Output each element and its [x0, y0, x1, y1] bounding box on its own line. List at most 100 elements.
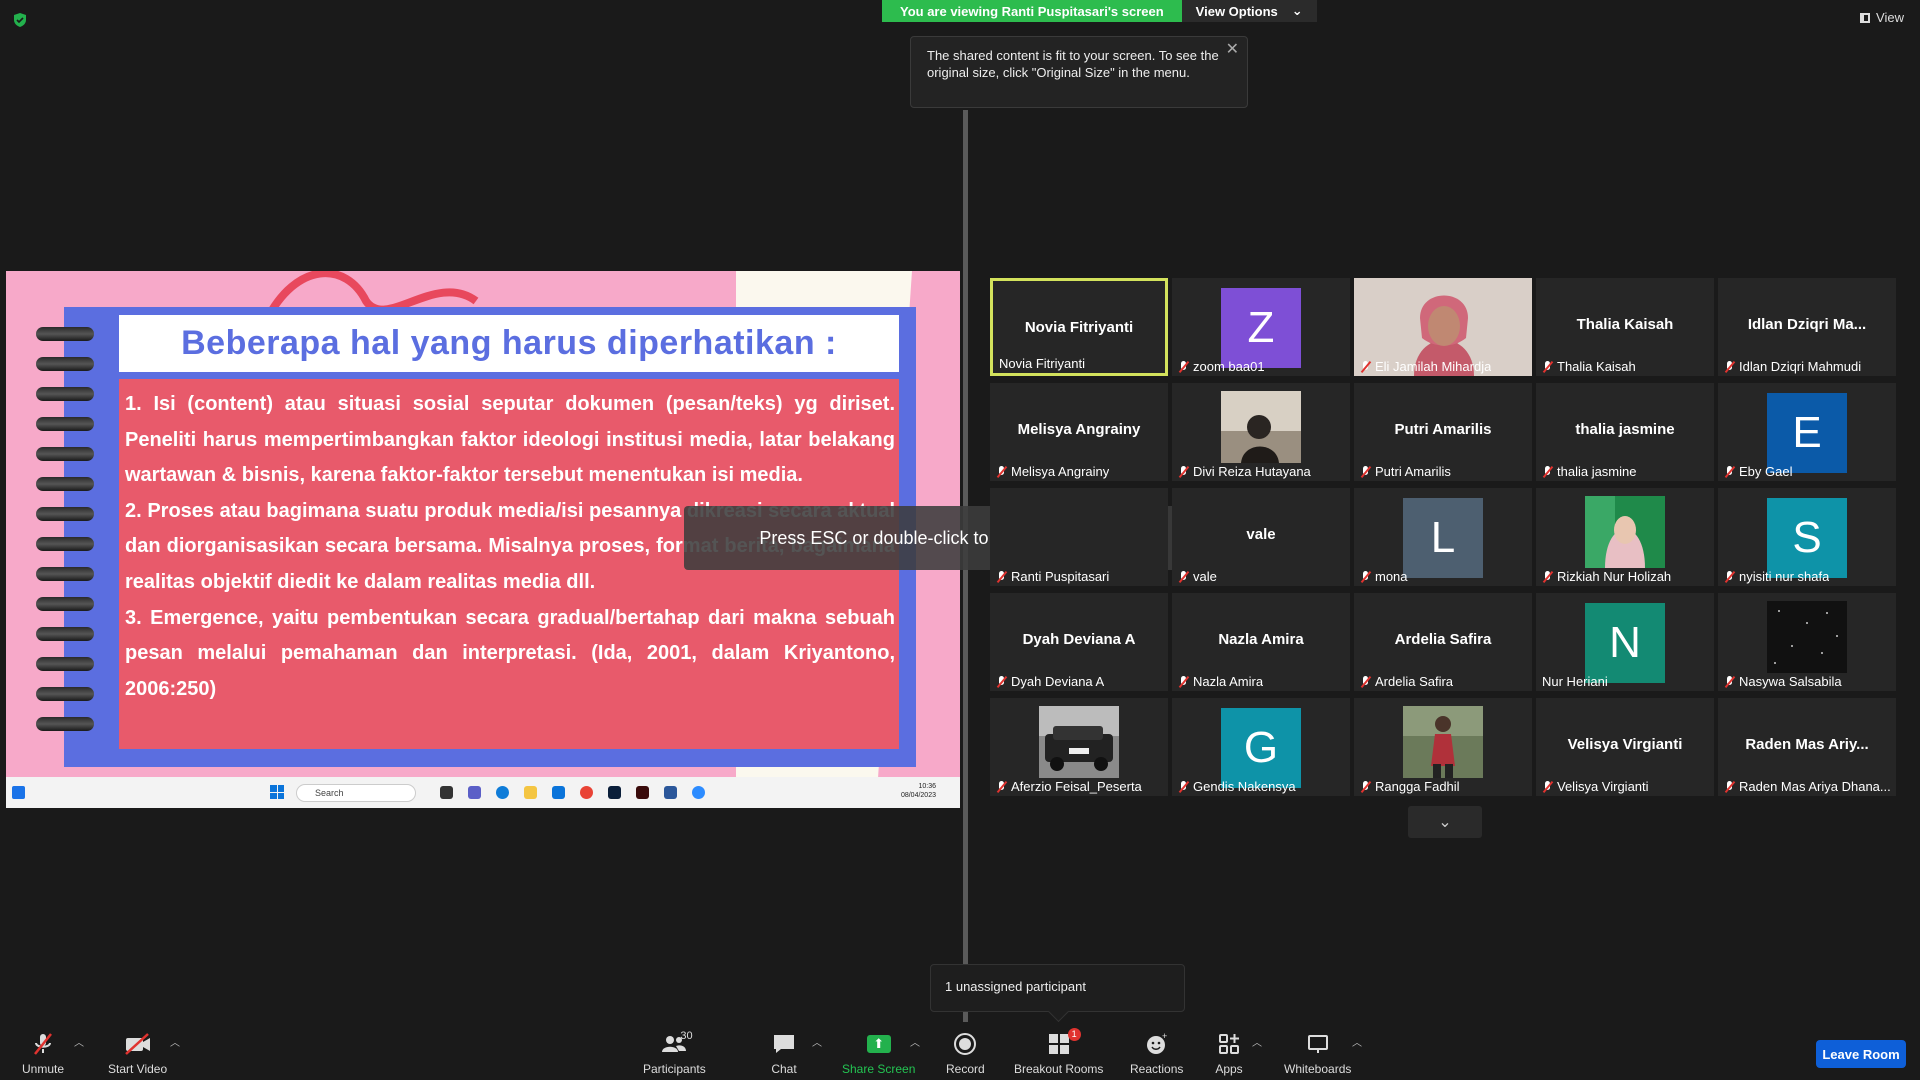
- unmute-button[interactable]: Unmute: [22, 1032, 64, 1076]
- start-video-button[interactable]: Start Video: [108, 1032, 167, 1076]
- meeting-toolbar: Unmute ︿ Start Video ︿ 30 Participants C…: [0, 1022, 1920, 1080]
- participant-name: Velisya Virgianti: [1557, 779, 1649, 794]
- apps-options-caret-icon[interactable]: ︿: [1252, 1034, 1262, 1049]
- mic-muted-icon: [1724, 465, 1735, 478]
- share-screen-button[interactable]: ⬆ Share Screen: [842, 1032, 915, 1076]
- share-options-caret-icon[interactable]: ︿: [910, 1034, 920, 1049]
- edge-icon: [496, 786, 509, 799]
- chat-button[interactable]: Chat: [770, 1032, 798, 1076]
- participant-tile[interactable]: G Gendis Nakensya: [1172, 698, 1350, 796]
- participant-tile[interactable]: Dyah Deviana A Dyah Deviana A: [990, 593, 1168, 691]
- participant-name-label: Eby Gael: [1724, 464, 1792, 479]
- gallery-scroll-down-button[interactable]: ⌄: [1408, 806, 1482, 838]
- participant-display-name: Melisya Angrainy: [1017, 421, 1141, 438]
- participant-tile[interactable]: vale vale: [1172, 488, 1350, 586]
- ring: [36, 327, 94, 341]
- slide-paragraph: 3. Emergence, yaitu pembentukan secara g…: [125, 606, 895, 700]
- taskbar-time: 10:36: [918, 783, 936, 790]
- participant-tile[interactable]: Aferzio Feisal_Peserta: [990, 698, 1168, 796]
- mic-muted-icon: [1360, 570, 1371, 583]
- ring: [36, 507, 94, 521]
- zoom-window: You are viewing Ranti Puspitasari's scre…: [0, 0, 1920, 1080]
- mic-muted-icon: [1724, 675, 1735, 688]
- participant-name-label: Putri Amarilis: [1360, 464, 1451, 479]
- mic-muted-icon: [996, 570, 1007, 583]
- participant-name-label: mona: [1360, 569, 1408, 584]
- ring: [36, 357, 94, 371]
- share-screen-label: Share Screen: [842, 1062, 916, 1076]
- participant-tile[interactable]: Zzoom baa01: [1172, 278, 1350, 376]
- participant-display-name: Raden Mas Ariy...: [1745, 736, 1869, 753]
- participant-display-name: Thalia Kaisah: [1576, 316, 1674, 333]
- participant-tile[interactable]: Raden Mas Ariy... Raden Mas Ariya Dhana..…: [1718, 698, 1896, 796]
- participant-tile[interactable]: Novia Fitriyanti Novia Fitriyanti: [990, 278, 1168, 376]
- breakout-rooms-button[interactable]: 1 Breakout Rooms: [1014, 1028, 1104, 1076]
- chat-options-caret-icon[interactable]: ︿: [812, 1034, 822, 1049]
- mail-icon: [552, 786, 565, 799]
- participant-name: Aferzio Feisal_Peserta: [1011, 779, 1142, 794]
- grid-view-icon: [1860, 12, 1871, 23]
- participant-name: Nasywa Salsabila: [1739, 674, 1842, 689]
- participant-name: mona: [1375, 569, 1408, 584]
- participant-tile[interactable]: Nazla Amira Nazla Amira: [1172, 593, 1350, 691]
- participant-tile[interactable]: Rangga Fadhil: [1354, 698, 1532, 796]
- participant-name: Melisya Angrainy: [1011, 464, 1110, 479]
- participant-tile[interactable]: Divi Reiza Hutayana: [1172, 383, 1350, 481]
- participants-button[interactable]: 30 Participants: [643, 1030, 706, 1076]
- task-view-icon: [440, 786, 453, 799]
- participant-count: 30: [680, 1030, 693, 1042]
- participant-tile[interactable]: thalia jasmine thalia jasmine: [1536, 383, 1714, 481]
- participant-name-label: zoom baa01: [1178, 359, 1265, 374]
- participant-tile[interactable]: Eli Jamilah Mihardja: [1354, 278, 1532, 376]
- record-button[interactable]: Record: [946, 1032, 985, 1076]
- participant-avatar: L: [1403, 498, 1483, 578]
- participant-display-name: Dyah Deviana A: [1022, 631, 1136, 648]
- view-label: View: [1876, 10, 1904, 25]
- mic-muted-icon: [1724, 360, 1735, 373]
- participant-tile[interactable]: Rizkiah Nur Holizah: [1536, 488, 1714, 586]
- participant-tile[interactable]: Melisya Angrainy Melisya Angrainy: [990, 383, 1168, 481]
- participant-name-label: Eli Jamilah Mihardja: [1360, 359, 1491, 374]
- chevron-down-icon: ⌄: [1291, 3, 1303, 18]
- reactions-icon: +: [1143, 1032, 1171, 1056]
- apps-button[interactable]: Apps: [1215, 1032, 1243, 1076]
- participant-tile[interactable]: Idlan Dziqri Ma... Idlan Dziqri Mahmudi: [1718, 278, 1896, 376]
- participant-avatar: Z: [1221, 288, 1301, 368]
- splitter-handle[interactable]: [963, 110, 968, 1030]
- participant-name-label: Gendis Nakensya: [1178, 779, 1296, 794]
- mic-muted-icon: [1178, 465, 1189, 478]
- start-video-label: Start Video: [108, 1062, 168, 1076]
- close-icon[interactable]: ✕: [1226, 41, 1239, 58]
- view-button[interactable]: View: [1860, 10, 1904, 25]
- taskbar-search-text: Search: [315, 788, 344, 798]
- participant-name-label: Dyah Deviana A: [996, 674, 1104, 689]
- participant-tile[interactable]: E Eby Gael: [1718, 383, 1896, 481]
- security-shield-icon[interactable]: [12, 12, 28, 28]
- participant-tile[interactable]: Nasywa Salsabila: [1718, 593, 1896, 691]
- participant-tile[interactable]: Lmona: [1354, 488, 1532, 586]
- participant-tile[interactable]: Ardelia Safira Ardelia Safira: [1354, 593, 1532, 691]
- reactions-button[interactable]: + Reactions: [1130, 1032, 1183, 1076]
- participant-name-label: Nazla Amira: [1178, 674, 1263, 689]
- audio-options-caret-icon[interactable]: ︿: [74, 1034, 84, 1049]
- participant-tile[interactable]: N Nur Heriani: [1536, 593, 1714, 691]
- chat-icon: [770, 1032, 798, 1056]
- screen-share-banner: You are viewing Ranti Puspitasari's scre…: [882, 0, 1317, 22]
- breakout-rooms-label: Breakout Rooms: [1014, 1062, 1104, 1076]
- mic-muted-icon: [1542, 360, 1553, 373]
- participant-name: vale: [1193, 569, 1217, 584]
- participant-tile[interactable]: Velisya Virgianti Velisya Virgianti: [1536, 698, 1714, 796]
- participant-tile[interactable]: Thalia Kaisah Thalia Kaisah: [1536, 278, 1714, 376]
- participant-tile[interactable]: Snyisiti nur shafa: [1718, 488, 1896, 586]
- participant-tile[interactable]: Putri Amarilis Putri Amarilis: [1354, 383, 1532, 481]
- whiteboards-button[interactable]: Whiteboards: [1284, 1032, 1351, 1076]
- view-options-button[interactable]: View Options ⌄: [1181, 0, 1317, 22]
- video-options-caret-icon[interactable]: ︿: [170, 1034, 180, 1049]
- leave-room-button[interactable]: Leave Room: [1816, 1040, 1906, 1068]
- whiteboard-icon: [1304, 1032, 1332, 1056]
- whiteboard-options-caret-icon[interactable]: ︿: [1352, 1034, 1362, 1049]
- ring: [36, 717, 94, 731]
- participant-tile[interactable]: Ranti Puspitasari: [990, 488, 1168, 586]
- slide-paragraph: 1. Isi (content) atau situasi sosial sep…: [125, 393, 895, 487]
- unmute-label: Unmute: [22, 1062, 65, 1076]
